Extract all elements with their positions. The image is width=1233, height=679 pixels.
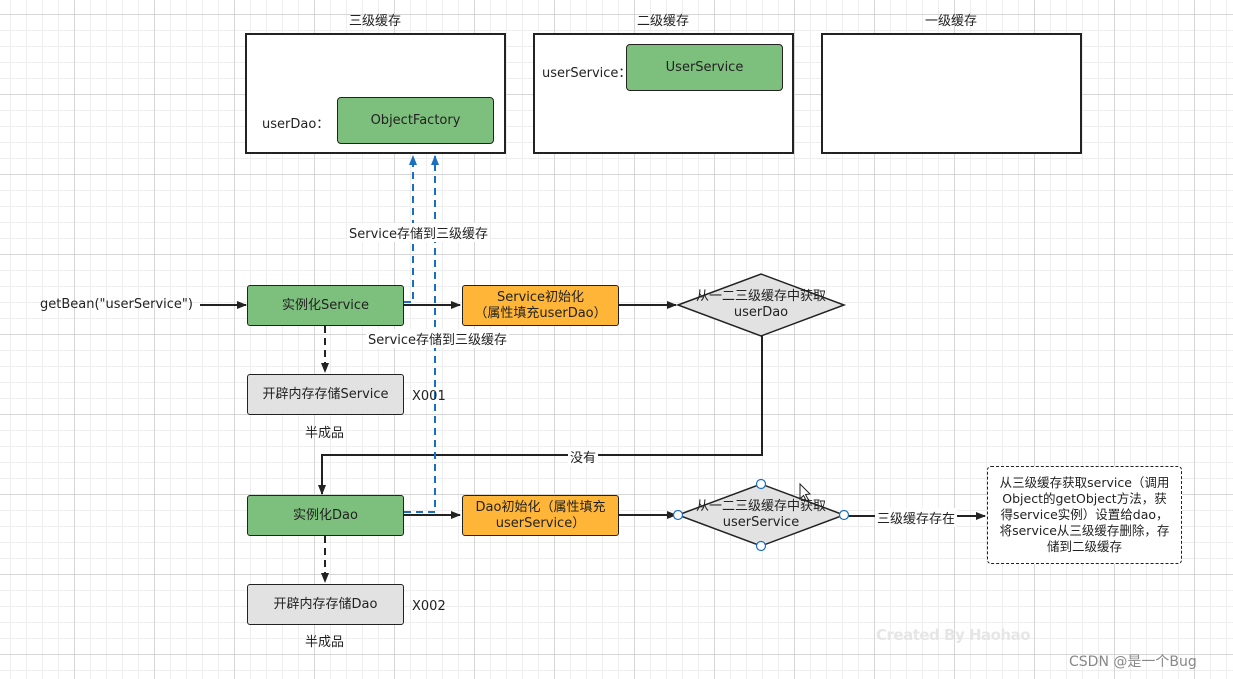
created-by-watermark: Created By Haohao (876, 626, 1031, 644)
service-init-node[interactable]: Service初始化 （属性填充userDao） (462, 285, 619, 326)
start-label: getBean("userService") (40, 297, 193, 312)
note-line: 将service从三级缓存删除，存 (999, 523, 1170, 538)
cache2-title: 二级缓存 (636, 14, 689, 29)
object-factory-node[interactable]: ObjectFactory (337, 97, 494, 144)
dao-init-line2: userService） (495, 515, 586, 531)
note-line: 得service实例）设置给dao， (1000, 507, 1169, 522)
dao-address: X002 (412, 599, 446, 614)
note-line: 从三级缓存获取service（调用 (999, 475, 1170, 490)
not-found-label: 没有 (568, 447, 599, 466)
service-init-line1: Service初始化 (496, 289, 585, 305)
selection-handle (755, 478, 767, 490)
alloc-dao-node[interactable]: 开辟内存存储Dao (247, 584, 404, 625)
user-service-node[interactable]: UserService (626, 44, 783, 91)
note-line: Object的getObject方法，获 (1002, 491, 1167, 506)
dao-init-line1: Dao初始化（属性填充 (475, 499, 606, 515)
dao-half-label: 半成品 (305, 635, 345, 650)
service-half-label: 半成品 (305, 426, 345, 441)
store-label-bottom: Service存储到三级缓存 (366, 329, 510, 348)
instantiate-service-node[interactable]: 实例化Service (247, 285, 404, 326)
selection-handle (755, 540, 767, 552)
cache2-entry-label: userService： (542, 66, 632, 81)
dao-init-node[interactable]: Dao初始化（属性填充 userService） (462, 495, 619, 536)
cache3-entry-label: userDao： (262, 117, 330, 132)
explanation-note[interactable]: 从三级缓存获取service（调用 Object的getObject方法，获 得… (987, 466, 1182, 564)
diamond1-line1: 从一二三级缓存中获取 (695, 289, 826, 304)
arrow-notfound-to-dao (318, 336, 763, 495)
note-line: 储到二级缓存 (1046, 539, 1122, 554)
service-address: X001 (412, 389, 446, 404)
diamond2-line2: userService (722, 515, 800, 530)
diamond1-text: 从一二三级缓存中获取 userDao (681, 289, 841, 321)
alloc-service-node[interactable]: 开辟内存存储Service (247, 374, 404, 415)
cache1-box (821, 33, 1082, 154)
service-init-line2: （属性填充userDao） (474, 305, 607, 321)
diamond2-line1: 从一二三级缓存中获取 (695, 499, 826, 514)
diamond1-line2: userDao (733, 305, 789, 320)
cache3-title: 三级缓存 (348, 14, 401, 29)
cache1-title: 一级缓存 (924, 14, 977, 29)
store-label-top: Service存储到三级缓存 (347, 223, 491, 242)
instantiate-dao-node[interactable]: 实例化Dao (247, 495, 404, 536)
csdn-watermark: CSDN @是一个Bug (1069, 654, 1197, 670)
exists-label: 三级缓存存在 (875, 508, 958, 527)
diamond2-text: 从一二三级缓存中获取 userService (681, 499, 841, 531)
